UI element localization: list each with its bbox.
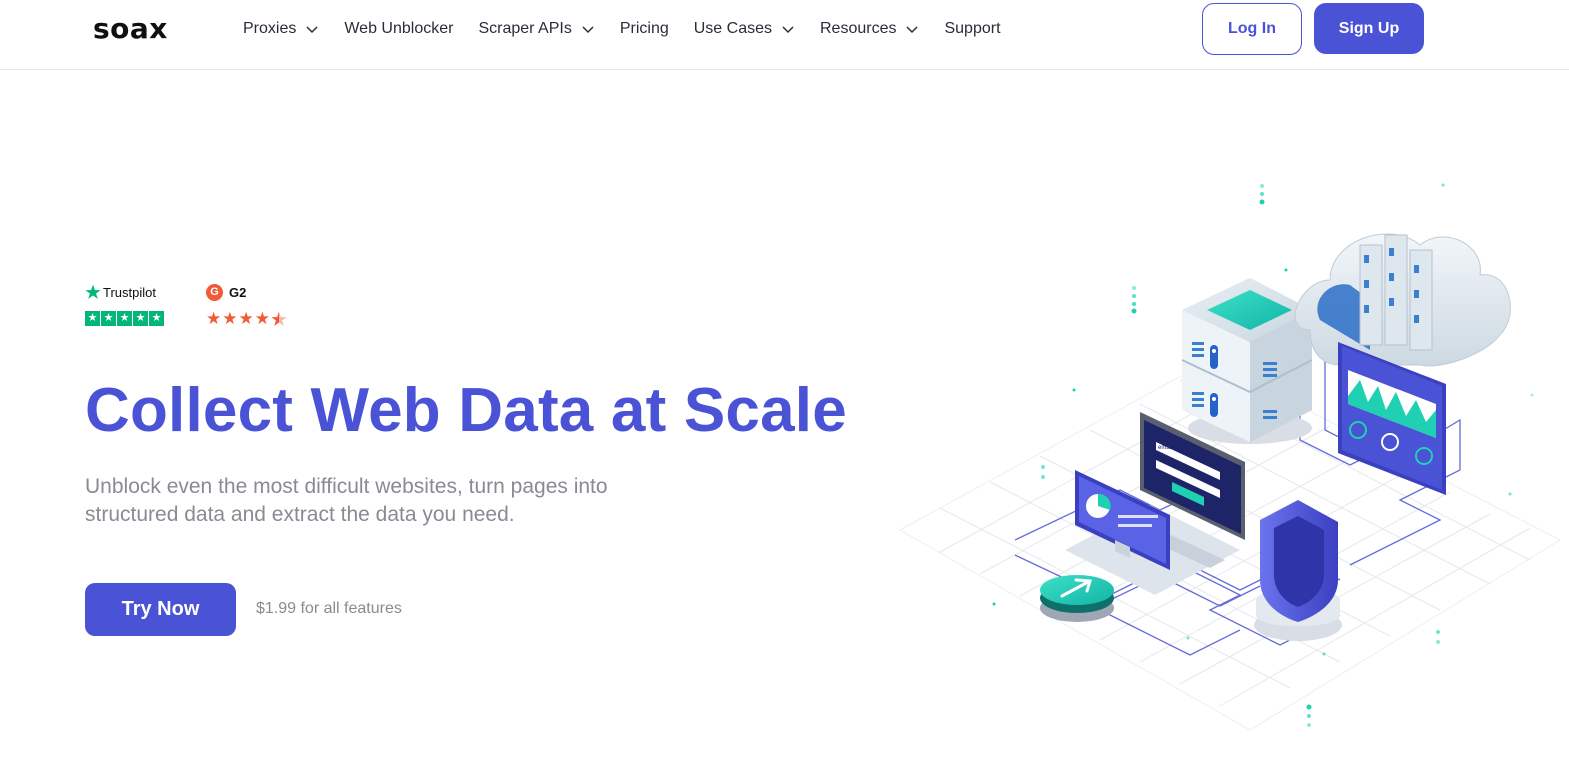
soax-logo[interactable]: soax bbox=[93, 12, 168, 45]
nav-item-web-unblocker[interactable]: Web Unblocker bbox=[344, 20, 453, 38]
nav-item-proxies[interactable]: Proxies bbox=[243, 20, 319, 38]
trustpilot-brand: Trustpilot bbox=[85, 282, 165, 302]
nav-item-label: Proxies bbox=[243, 20, 297, 37]
nav-item-label: Resources bbox=[819, 20, 897, 37]
g2-stars: ★ ★ ★ ★ bbox=[206, 309, 287, 328]
nav-item-label: Support bbox=[944, 20, 1001, 37]
star-icon: ★ bbox=[117, 311, 132, 326]
trustpilot-stars: ★ ★ ★ ★ ★ bbox=[85, 311, 165, 326]
star-icon: ★ bbox=[238, 309, 254, 328]
server-icon bbox=[1181, 278, 1313, 444]
site-header: soax Proxies Web Unblocker Scraper APIs … bbox=[0, 0, 1569, 70]
shield-icon bbox=[1254, 500, 1342, 641]
trustpilot-name: Trustpilot bbox=[103, 284, 156, 300]
chevron-down-icon bbox=[906, 26, 918, 34]
main-nav: Proxies Web Unblocker Scraper APIs Prici… bbox=[243, 18, 1026, 40]
login-button[interactable]: Log In bbox=[1202, 3, 1302, 55]
nav-item-pricing[interactable]: Pricing bbox=[620, 20, 669, 38]
nav-item-label: Scraper APIs bbox=[478, 20, 572, 37]
star-icon: ★ bbox=[133, 311, 148, 326]
hero-subtitle: Unblock even the most difficult websites… bbox=[85, 475, 608, 526]
star-icon: ★ bbox=[254, 309, 270, 328]
g2-name: G2 bbox=[229, 284, 247, 300]
nav-item-label: Web Unblocker bbox=[344, 20, 454, 37]
cloud-icon bbox=[1294, 233, 1511, 367]
price-note: $1.99 for all features bbox=[256, 600, 402, 617]
signup-button[interactable]: Sign Up bbox=[1314, 3, 1424, 54]
chevron-down-icon bbox=[306, 26, 318, 34]
star-icon: ★ bbox=[85, 311, 100, 326]
star-icon: ★ bbox=[222, 309, 238, 328]
chevron-down-icon bbox=[782, 26, 794, 34]
nav-item-resources[interactable]: Resources bbox=[820, 20, 919, 38]
nav-item-scraper-apis[interactable]: Scraper APIs bbox=[478, 20, 594, 38]
g2-logo-icon: G bbox=[206, 283, 223, 301]
nav-item-label: Pricing bbox=[619, 20, 669, 37]
star-icon: ★ bbox=[206, 309, 222, 328]
star-icon: ★ bbox=[101, 311, 116, 326]
chevron-down-icon bbox=[582, 26, 594, 34]
star-icon: ★ bbox=[149, 311, 164, 326]
g2-rating[interactable]: G G2 ★ ★ ★ ★ bbox=[206, 282, 287, 327]
g2-brand: G G2 bbox=[206, 282, 287, 302]
nav-item-support[interactable]: Support bbox=[944, 20, 1000, 38]
nav-item-label: Use Cases bbox=[693, 20, 772, 37]
hero-illustration: email bbox=[898, 183, 1562, 731]
trustpilot-rating[interactable]: Trustpilot ★ ★ ★ ★ ★ bbox=[85, 282, 165, 326]
trustpilot-star-icon bbox=[85, 284, 101, 299]
half-star-icon bbox=[271, 311, 287, 326]
hero-title: Collect Web Data at Scale bbox=[85, 376, 847, 445]
try-now-button[interactable]: Try Now bbox=[85, 583, 236, 636]
arrow-button-icon bbox=[1040, 575, 1114, 622]
nav-item-use-cases[interactable]: Use Cases bbox=[694, 20, 795, 38]
laptop-field-label: email bbox=[1158, 445, 1172, 451]
